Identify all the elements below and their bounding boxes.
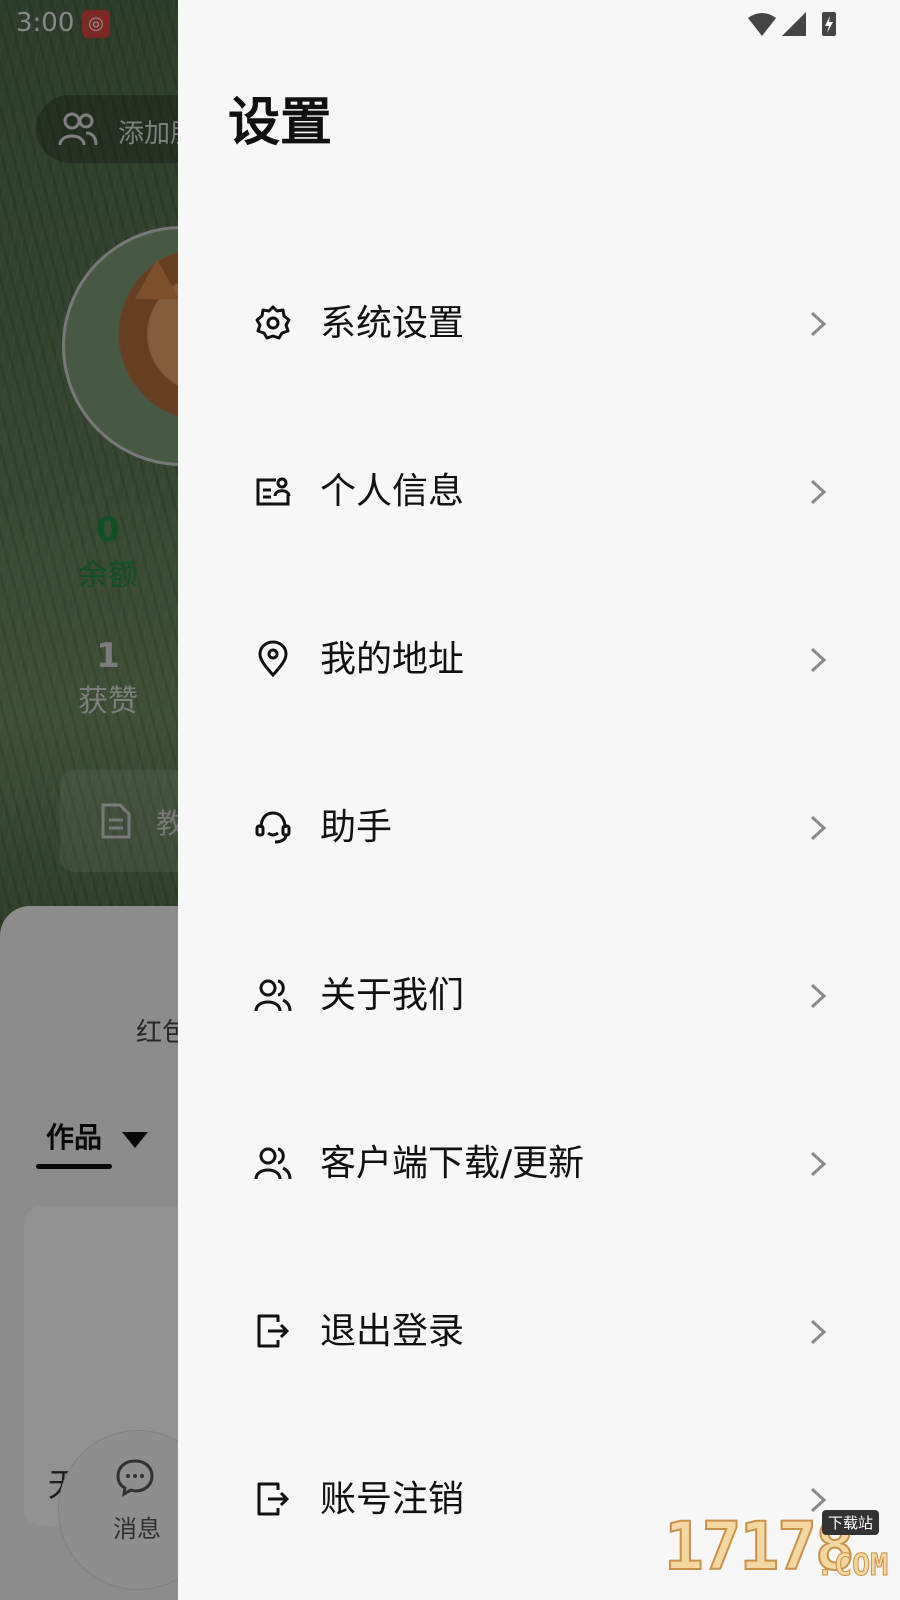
menu-item-label: 我的地址: [320, 639, 465, 680]
menu-item-label: 客户端下载/更新: [320, 1143, 585, 1184]
drawer-title: 设置: [228, 93, 333, 153]
watermark-domain: .COM: [815, 1548, 889, 1584]
menu-item-my-address[interactable]: 我的地址: [178, 576, 900, 744]
chevron-right-icon: [810, 311, 827, 337]
gear-icon: [255, 305, 291, 340]
chevron-right-icon: [810, 647, 827, 673]
chevron-right-icon: [810, 983, 827, 1009]
chevron-right-icon: [810, 815, 827, 841]
menu-item-logout[interactable]: 退出登录: [178, 1248, 900, 1416]
wifi-icon: [748, 13, 776, 36]
watermark-tag: 下载站: [822, 1510, 880, 1535]
menu-item-system-settings[interactable]: 系统设置: [178, 240, 900, 408]
settings-drawer: 设置 系统设置 个人信息 我的地址 助手 关于我们 客户端下载/更新 退出登录 …: [178, 0, 900, 1600]
logout-icon: [257, 1482, 290, 1516]
chevron-right-icon: [810, 1319, 827, 1345]
logout-icon: [257, 1314, 290, 1348]
menu-item-client-download[interactable]: 客户端下载/更新: [178, 1080, 900, 1248]
chevron-right-icon: [810, 1151, 827, 1177]
status-bar-icons: [748, 12, 836, 36]
menu-item-assistant[interactable]: 助手: [178, 744, 900, 912]
users-icon: [254, 979, 292, 1012]
users-icon: [254, 1147, 292, 1180]
settings-menu: 系统设置 个人信息 我的地址 助手 关于我们 客户端下载/更新 退出登录 账号注…: [178, 240, 900, 1584]
headset-icon: [255, 811, 291, 844]
menu-item-label: 系统设置: [320, 303, 465, 344]
menu-item-label: 个人信息: [320, 471, 465, 512]
menu-item-label: 账号注销: [320, 1479, 465, 1520]
menu-item-label: 退出登录: [320, 1311, 465, 1352]
menu-item-about-us[interactable]: 关于我们: [178, 912, 900, 1080]
site-watermark: 17178 下载站 .COM: [663, 1507, 900, 1600]
id-card-icon: [256, 477, 291, 506]
menu-item-label: 关于我们: [320, 975, 465, 1016]
location-pin-icon: [258, 640, 288, 678]
menu-item-label: 助手: [320, 807, 393, 848]
chevron-right-icon: [810, 479, 827, 505]
signal-icon: [782, 12, 806, 36]
menu-item-personal-info[interactable]: 个人信息: [178, 408, 900, 576]
